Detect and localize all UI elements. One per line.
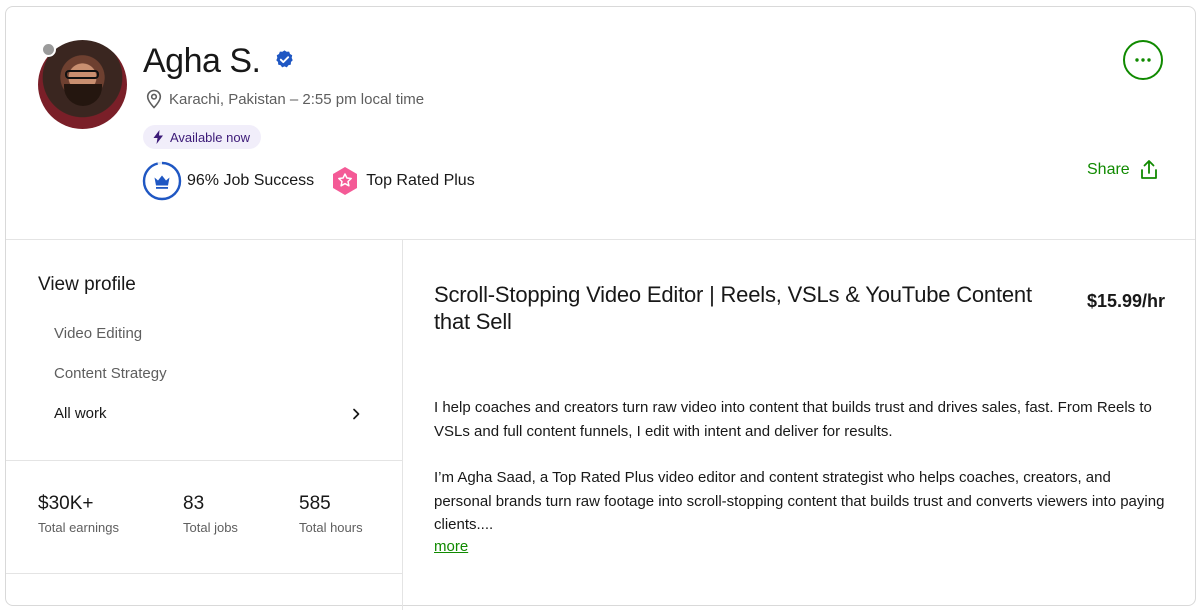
stat-label: Total earnings xyxy=(38,520,119,535)
sidebar-divider xyxy=(6,460,403,461)
more-link[interactable]: more xyxy=(434,538,468,555)
more-options-button[interactable] xyxy=(1123,40,1163,80)
job-success-badge: 96% Job Success xyxy=(142,161,314,201)
location-row: Karachi, Pakistan – 2:55 pm local time xyxy=(145,89,424,109)
sidebar-item-all-work[interactable]: All work xyxy=(54,405,360,422)
profile-title: Scroll-Stopping Video Editor | Reels, VS… xyxy=(434,282,1032,334)
stat-total-hours: 585 Total hours xyxy=(299,493,363,535)
online-status-dot xyxy=(41,42,56,57)
description-paragraph: I’m Agha Saad, a Top Rated Plus video ed… xyxy=(434,469,1165,533)
sidebar-item-video-editing[interactable]: Video Editing xyxy=(54,325,142,342)
view-profile-heading: View profile xyxy=(38,274,136,295)
sidebar-divider xyxy=(6,573,403,574)
stat-value: 83 xyxy=(183,493,205,514)
share-label: Share xyxy=(1087,161,1130,178)
location-pin-icon xyxy=(146,89,162,109)
stats-row: $30K+ Total earnings 83 Total jobs 585 T… xyxy=(38,493,363,535)
availability-badge: Available now xyxy=(143,125,261,149)
sidebar-item-label: All work xyxy=(54,405,107,422)
profile-card: Agha S. Karachi, Pakistan – 2:55 pm loca… xyxy=(5,6,1196,610)
badges-row: 96% Job Success Top Rated Plus xyxy=(142,161,475,201)
profile-name: Agha S. xyxy=(143,42,261,80)
lightning-icon xyxy=(153,130,163,144)
location-text: Karachi, Pakistan – 2:55 pm local time xyxy=(169,90,425,108)
verified-badge-icon xyxy=(276,50,293,68)
top-rated-plus-icon xyxy=(333,167,358,195)
stat-label: Total jobs xyxy=(183,520,238,535)
hourly-rate: $15.99/hr xyxy=(1086,291,1165,311)
profile-description: I help coaches and creators turn raw vid… xyxy=(434,396,1169,537)
stat-value: 585 xyxy=(299,493,331,514)
share-button[interactable]: Share xyxy=(1087,159,1160,181)
profile-header: Agha S. Karachi, Pakistan – 2:55 pm loca… xyxy=(6,7,1195,240)
top-rated-plus-badge: Top Rated Plus xyxy=(331,166,475,196)
stat-value: $30K+ xyxy=(38,493,94,514)
job-success-text: 96% Job Success xyxy=(187,172,315,189)
stat-label: Total hours xyxy=(299,520,363,535)
ellipsis-icon xyxy=(1135,58,1151,62)
stat-total-earnings: $30K+ Total earnings xyxy=(38,493,183,535)
stat-total-jobs: 83 Total jobs xyxy=(183,493,299,535)
chevron-right-icon xyxy=(353,408,360,419)
profile-main: Scroll-Stopping Video Editor | Reels, VS… xyxy=(403,240,1197,610)
share-icon xyxy=(1140,160,1157,179)
profile-sidebar: View profile Video Editing Content Strat… xyxy=(6,240,403,610)
description-paragraph: I help coaches and creators turn raw vid… xyxy=(434,399,1152,440)
avatar xyxy=(38,40,127,129)
availability-text: Available now xyxy=(170,129,250,145)
job-success-ring-icon xyxy=(142,161,182,201)
sidebar-item-content-strategy[interactable]: Content Strategy xyxy=(54,365,167,382)
top-rated-plus-text: Top Rated Plus xyxy=(366,172,475,189)
